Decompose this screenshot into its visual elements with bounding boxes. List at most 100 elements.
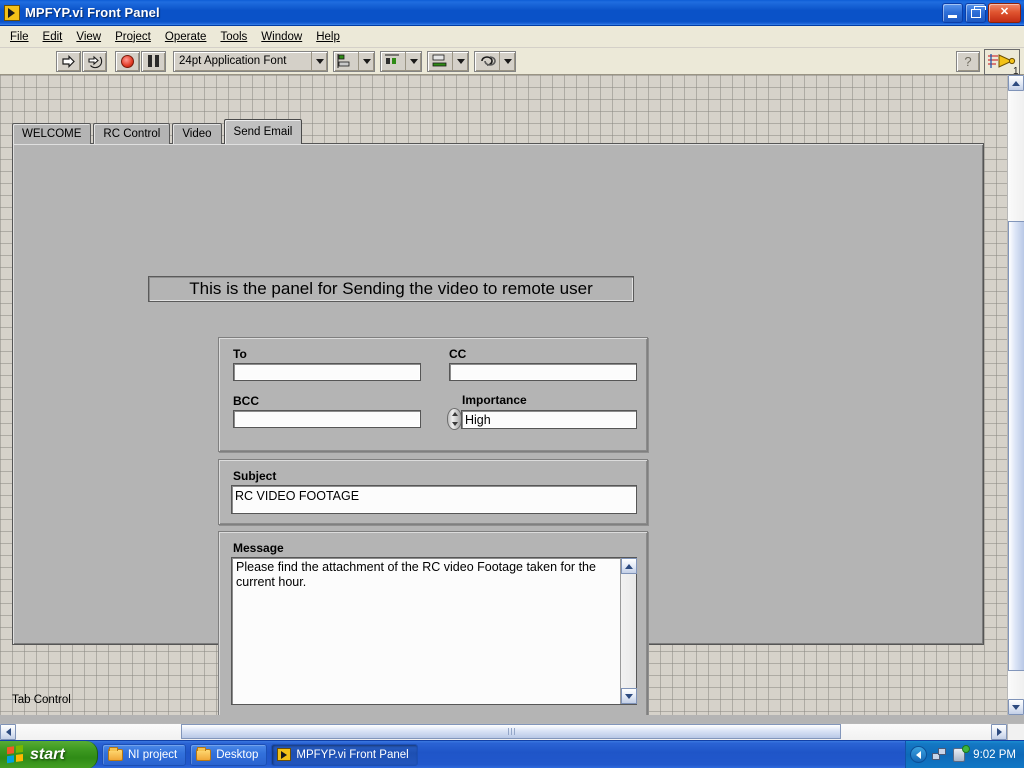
importance-increment-decrement-icon[interactable] bbox=[447, 408, 462, 430]
chevron-up-icon bbox=[1012, 80, 1020, 86]
taskbar-item-mpfyp-front-panel[interactable]: MPFYP.vi Front Panel bbox=[271, 743, 418, 766]
panel-scroll-right-button[interactable] bbox=[991, 724, 1007, 740]
network-connections-icon[interactable] bbox=[932, 747, 948, 762]
menu-tools[interactable]: Tools bbox=[213, 28, 254, 46]
labview-vi-icon bbox=[277, 748, 292, 761]
panel-scroll-up-button[interactable] bbox=[1008, 75, 1024, 91]
run-arrow-icon bbox=[62, 54, 75, 68]
menu-edit-label: Edit bbox=[42, 30, 63, 43]
restore-button[interactable] bbox=[965, 2, 986, 23]
menu-window[interactable]: Window bbox=[254, 28, 309, 46]
panel-banner: This is the panel for Sending the video … bbox=[148, 276, 634, 302]
panel-vscroll-track[interactable] bbox=[1008, 91, 1024, 699]
taskbar: start NI project Desktop MPFYP.vi Front … bbox=[0, 740, 1024, 768]
chevron-left-icon bbox=[5, 728, 11, 736]
tray-expand-chevron-icon[interactable] bbox=[910, 746, 928, 763]
start-button[interactable]: start bbox=[0, 740, 98, 768]
to-label: To bbox=[233, 347, 247, 361]
chevron-down-icon bbox=[362, 58, 371, 64]
recipients-group: To CC BCC Importance High bbox=[218, 337, 648, 452]
panel-vertical-scrollbar[interactable] bbox=[1007, 75, 1024, 715]
taskbar-item-desktop[interactable]: Desktop bbox=[190, 743, 268, 766]
font-dropdown-arrow[interactable] bbox=[311, 51, 327, 71]
tab-send-email-label: Send Email bbox=[233, 126, 293, 138]
menu-tools-label: Tools bbox=[220, 30, 248, 43]
increment-arrow-icon[interactable] bbox=[451, 412, 458, 416]
message-scrollbar[interactable] bbox=[620, 558, 637, 704]
context-help-button[interactable]: ? bbox=[956, 51, 980, 72]
clock[interactable]: 9:02 PM bbox=[973, 749, 1016, 761]
resize-dropdown-arrow[interactable] bbox=[452, 51, 468, 71]
align-dropdown-arrow[interactable] bbox=[358, 51, 374, 71]
distribute-objects-button[interactable] bbox=[380, 50, 422, 72]
tab-welcome[interactable]: WELCOME bbox=[12, 123, 92, 144]
menu-project[interactable]: Project bbox=[108, 28, 158, 46]
decrement-arrow-icon[interactable] bbox=[451, 422, 458, 426]
taskbar-item-ni-project-label: NI project bbox=[128, 748, 178, 761]
to-input[interactable] bbox=[233, 363, 421, 381]
run-continuously-button[interactable] bbox=[82, 50, 107, 72]
panel-scroll-down-button[interactable] bbox=[1008, 699, 1024, 715]
tab-welcome-label: WELCOME bbox=[22, 128, 82, 140]
reorder-dropdown-arrow[interactable] bbox=[499, 51, 515, 71]
menu-file[interactable]: File bbox=[3, 28, 36, 46]
close-icon: ✕ bbox=[999, 6, 1010, 18]
align-objects-button[interactable] bbox=[333, 50, 375, 72]
panel-horizontal-scrollbar[interactable] bbox=[0, 723, 1007, 741]
panel-vscroll-thumb[interactable] bbox=[1008, 221, 1024, 671]
reorder-objects-button[interactable] bbox=[474, 50, 516, 72]
message-text[interactable]: Please find the attachment of the RC vid… bbox=[232, 558, 620, 704]
resize-objects-button[interactable] bbox=[427, 50, 469, 72]
menu-view-label: View bbox=[76, 30, 102, 43]
subject-group: Subject RC VIDEO FOOTAGE bbox=[218, 459, 648, 525]
menu-edit[interactable]: Edit bbox=[36, 28, 70, 46]
question-mark-icon: ? bbox=[964, 54, 972, 69]
font-selector[interactable]: 24pt Application Font bbox=[173, 50, 328, 72]
menu-operate[interactable]: Operate bbox=[158, 28, 214, 46]
chevron-down-icon bbox=[625, 693, 633, 699]
distribute-dropdown-arrow[interactable] bbox=[405, 51, 421, 71]
abort-execution-button[interactable] bbox=[115, 50, 140, 72]
pause-button[interactable] bbox=[141, 50, 166, 72]
chevron-down-icon bbox=[1012, 704, 1020, 710]
restore-icon bbox=[971, 5, 986, 18]
panel-hscroll-track[interactable] bbox=[16, 723, 991, 741]
message-label: Message bbox=[233, 541, 284, 555]
tab-send-email[interactable]: Send Email bbox=[223, 119, 303, 144]
start-button-label: start bbox=[30, 745, 65, 763]
menu-help[interactable]: Help bbox=[309, 28, 347, 46]
tab-page-send-email: This is the panel for Sending the video … bbox=[12, 143, 984, 715]
message-input[interactable]: Please find the attachment of the RC vid… bbox=[231, 557, 637, 705]
run-button[interactable] bbox=[56, 50, 81, 72]
menu-view[interactable]: View bbox=[69, 28, 108, 46]
menu-operate-label: Operate bbox=[164, 30, 207, 43]
message-scroll-down-button[interactable] bbox=[621, 688, 637, 704]
panel-hscroll-thumb[interactable] bbox=[181, 723, 841, 739]
taskbar-item-ni-project[interactable]: NI project bbox=[102, 743, 187, 766]
importance-input[interactable]: High bbox=[461, 410, 637, 429]
message-scroll-up-button[interactable] bbox=[621, 558, 637, 574]
tab-control-label: Tab Control bbox=[12, 694, 71, 706]
subject-input[interactable]: RC VIDEO FOOTAGE bbox=[231, 485, 637, 514]
toolbar: 24pt Application Font ? 1 bbox=[0, 48, 1024, 75]
panel-scroll-left-button[interactable] bbox=[0, 724, 16, 740]
minimize-button[interactable] bbox=[942, 2, 963, 23]
front-panel-canvas: WELCOME RC Control Video Send Email This… bbox=[0, 75, 1007, 715]
close-button[interactable]: ✕ bbox=[988, 2, 1021, 23]
distribute-objects-icon bbox=[381, 52, 405, 71]
bcc-input[interactable] bbox=[233, 410, 421, 428]
tab-control: WELCOME RC Control Video Send Email This… bbox=[12, 119, 984, 715]
vi-icon-pane[interactable]: 1 bbox=[984, 49, 1020, 75]
resize-objects-icon bbox=[428, 52, 452, 71]
minimize-icon bbox=[948, 14, 957, 18]
chevron-right-icon bbox=[996, 728, 1002, 736]
tab-video[interactable]: Video bbox=[172, 123, 222, 144]
tab-rc-control[interactable]: RC Control bbox=[93, 123, 171, 144]
cc-label: CC bbox=[449, 347, 467, 361]
taskbar-item-mpfyp-front-panel-label: MPFYP.vi Front Panel bbox=[296, 748, 409, 761]
window-title: MPFYP.vi Front Panel bbox=[25, 5, 160, 20]
folder-icon bbox=[108, 746, 123, 761]
removable-device-icon[interactable] bbox=[953, 744, 971, 762]
cc-input[interactable] bbox=[449, 363, 637, 381]
scrollbar-corner bbox=[1007, 723, 1024, 740]
